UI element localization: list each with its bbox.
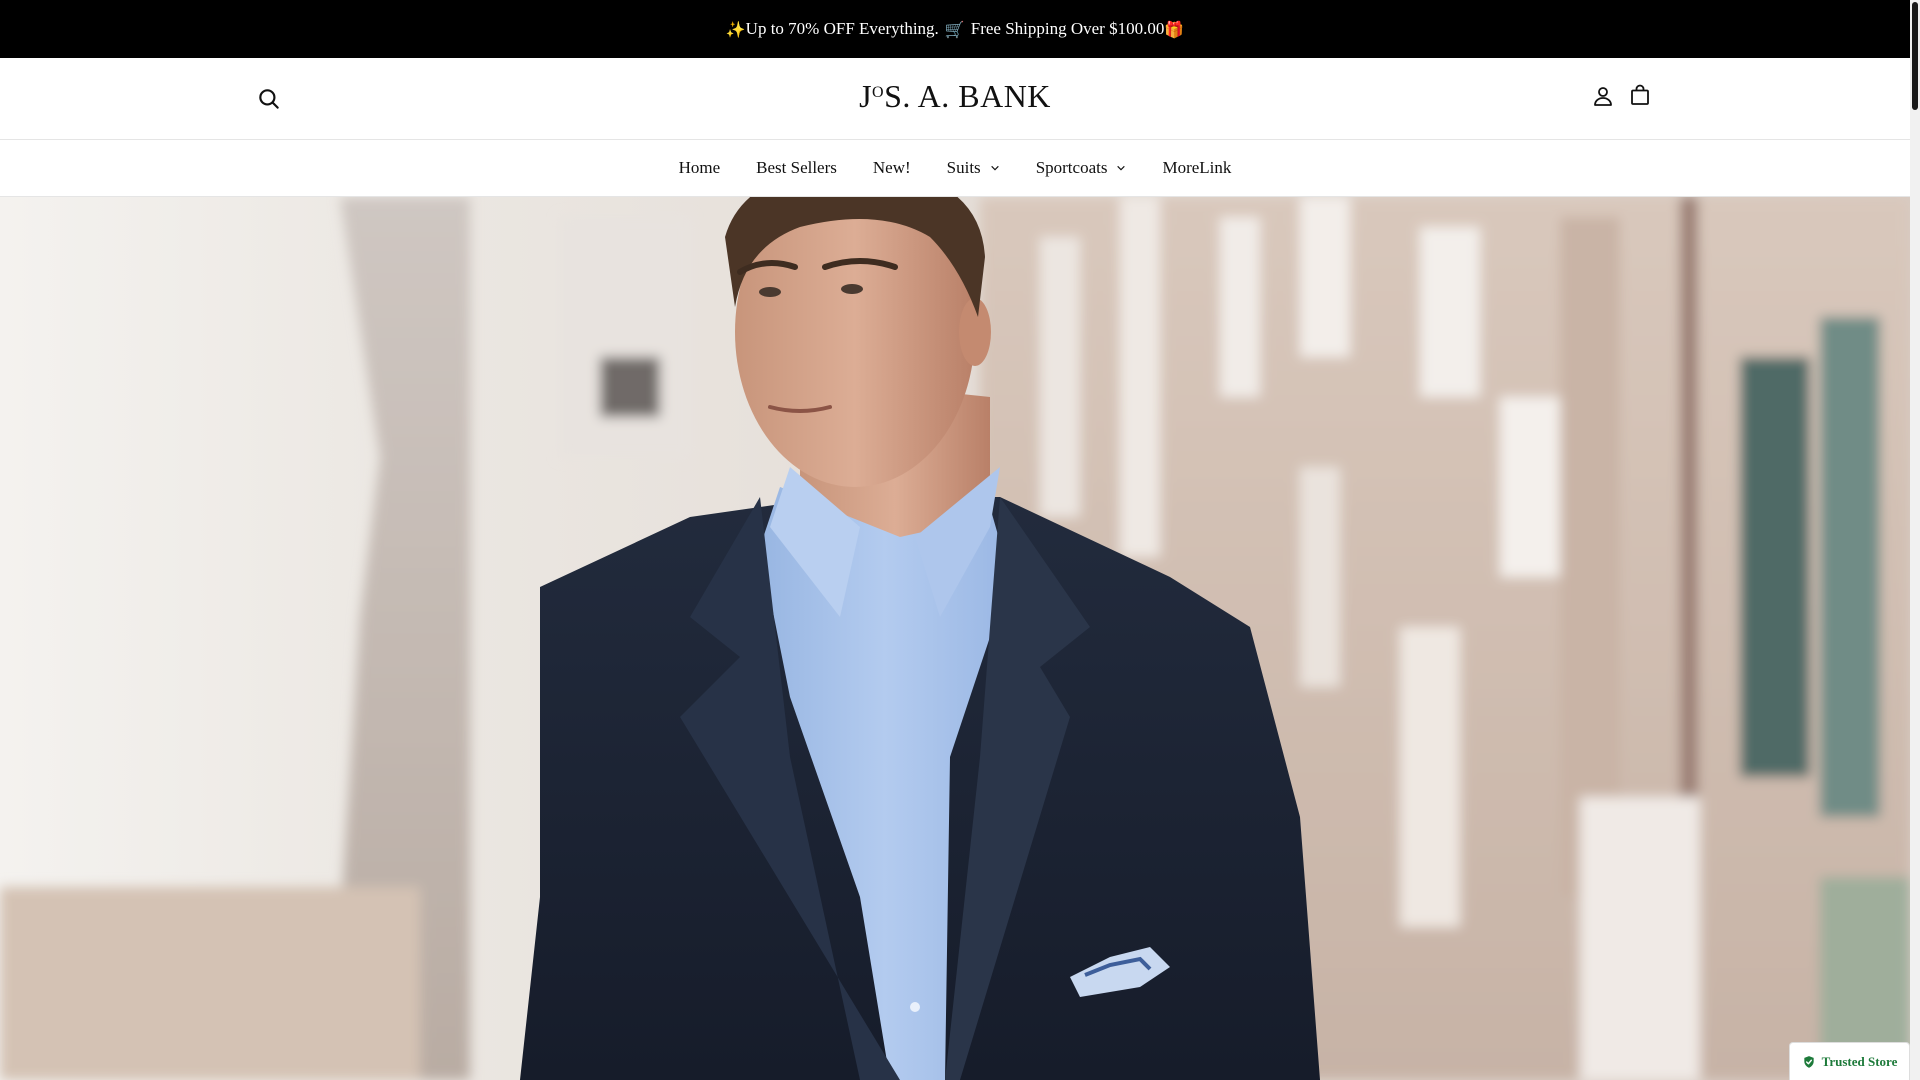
nav-item-label: Sportcoats [1035, 158, 1108, 177]
nav-item-label: New! [872, 158, 911, 177]
nav-item-best-sellers[interactable]: Best Sellers [738, 140, 855, 196]
announcement-bar: ✨ Up to 70% OFF Everything. 🛒 Free Shipp… [0, 0, 1910, 58]
main-nav: Home Best Sellers New! Suits Sportcoats MoreL… [0, 140, 1910, 197]
cart-button[interactable] [1628, 83, 1654, 109]
announcement-text-discount: Up to 70% OFF Everything. [745, 19, 939, 38]
nav-item-home[interactable]: Home [661, 140, 739, 196]
cart-emoji-icon: 🛒 [944, 19, 965, 39]
page-scrollbar[interactable] [1910, 0, 1920, 1080]
nav-item-label: Best Sellers [756, 158, 837, 177]
nav-item-label: Suits [946, 158, 981, 177]
hero-image[interactable] [0, 197, 1910, 1080]
trusted-store-badge[interactable]: Trusted Store [1789, 1042, 1910, 1080]
page: ✨ Up to 70% OFF Everything. 🛒 Free Shipp… [0, 0, 1910, 1080]
shield-check-icon [1803, 1055, 1814, 1068]
gift-icon: 🎁 [1164, 19, 1185, 39]
nav-item-suits[interactable]: Suits [929, 140, 1018, 196]
shopping-bag-icon [1631, 84, 1649, 105]
trusted-store-label: Trusted Store [1821, 1053, 1898, 1069]
hero-photo [0, 197, 1910, 1080]
site-header: JOS. A. BANK [0, 58, 1910, 140]
search-button[interactable] [256, 86, 282, 112]
nav-item-sportcoats[interactable]: Sportcoats [1018, 140, 1145, 196]
user-icon [1594, 87, 1612, 106]
search-icon [259, 89, 279, 109]
brand-logo[interactable]: JOS. A. BANK [859, 78, 1051, 115]
nav-item-label: Home [678, 158, 721, 177]
nav-item-label: MoreLink [1162, 158, 1232, 177]
sparkle-icon: ✨ [725, 19, 746, 39]
nav-item-new[interactable]: New! [855, 140, 929, 196]
account-button[interactable] [1591, 84, 1617, 110]
nav-item-morelink[interactable]: MoreLink [1144, 140, 1249, 196]
announcement-text-shipping: Free Shipping Over $100.00 [970, 19, 1165, 38]
chevron-down-icon [1117, 165, 1126, 171]
chevron-down-icon [990, 165, 999, 171]
scrollbar-thumb[interactable] [1912, 2, 1918, 110]
